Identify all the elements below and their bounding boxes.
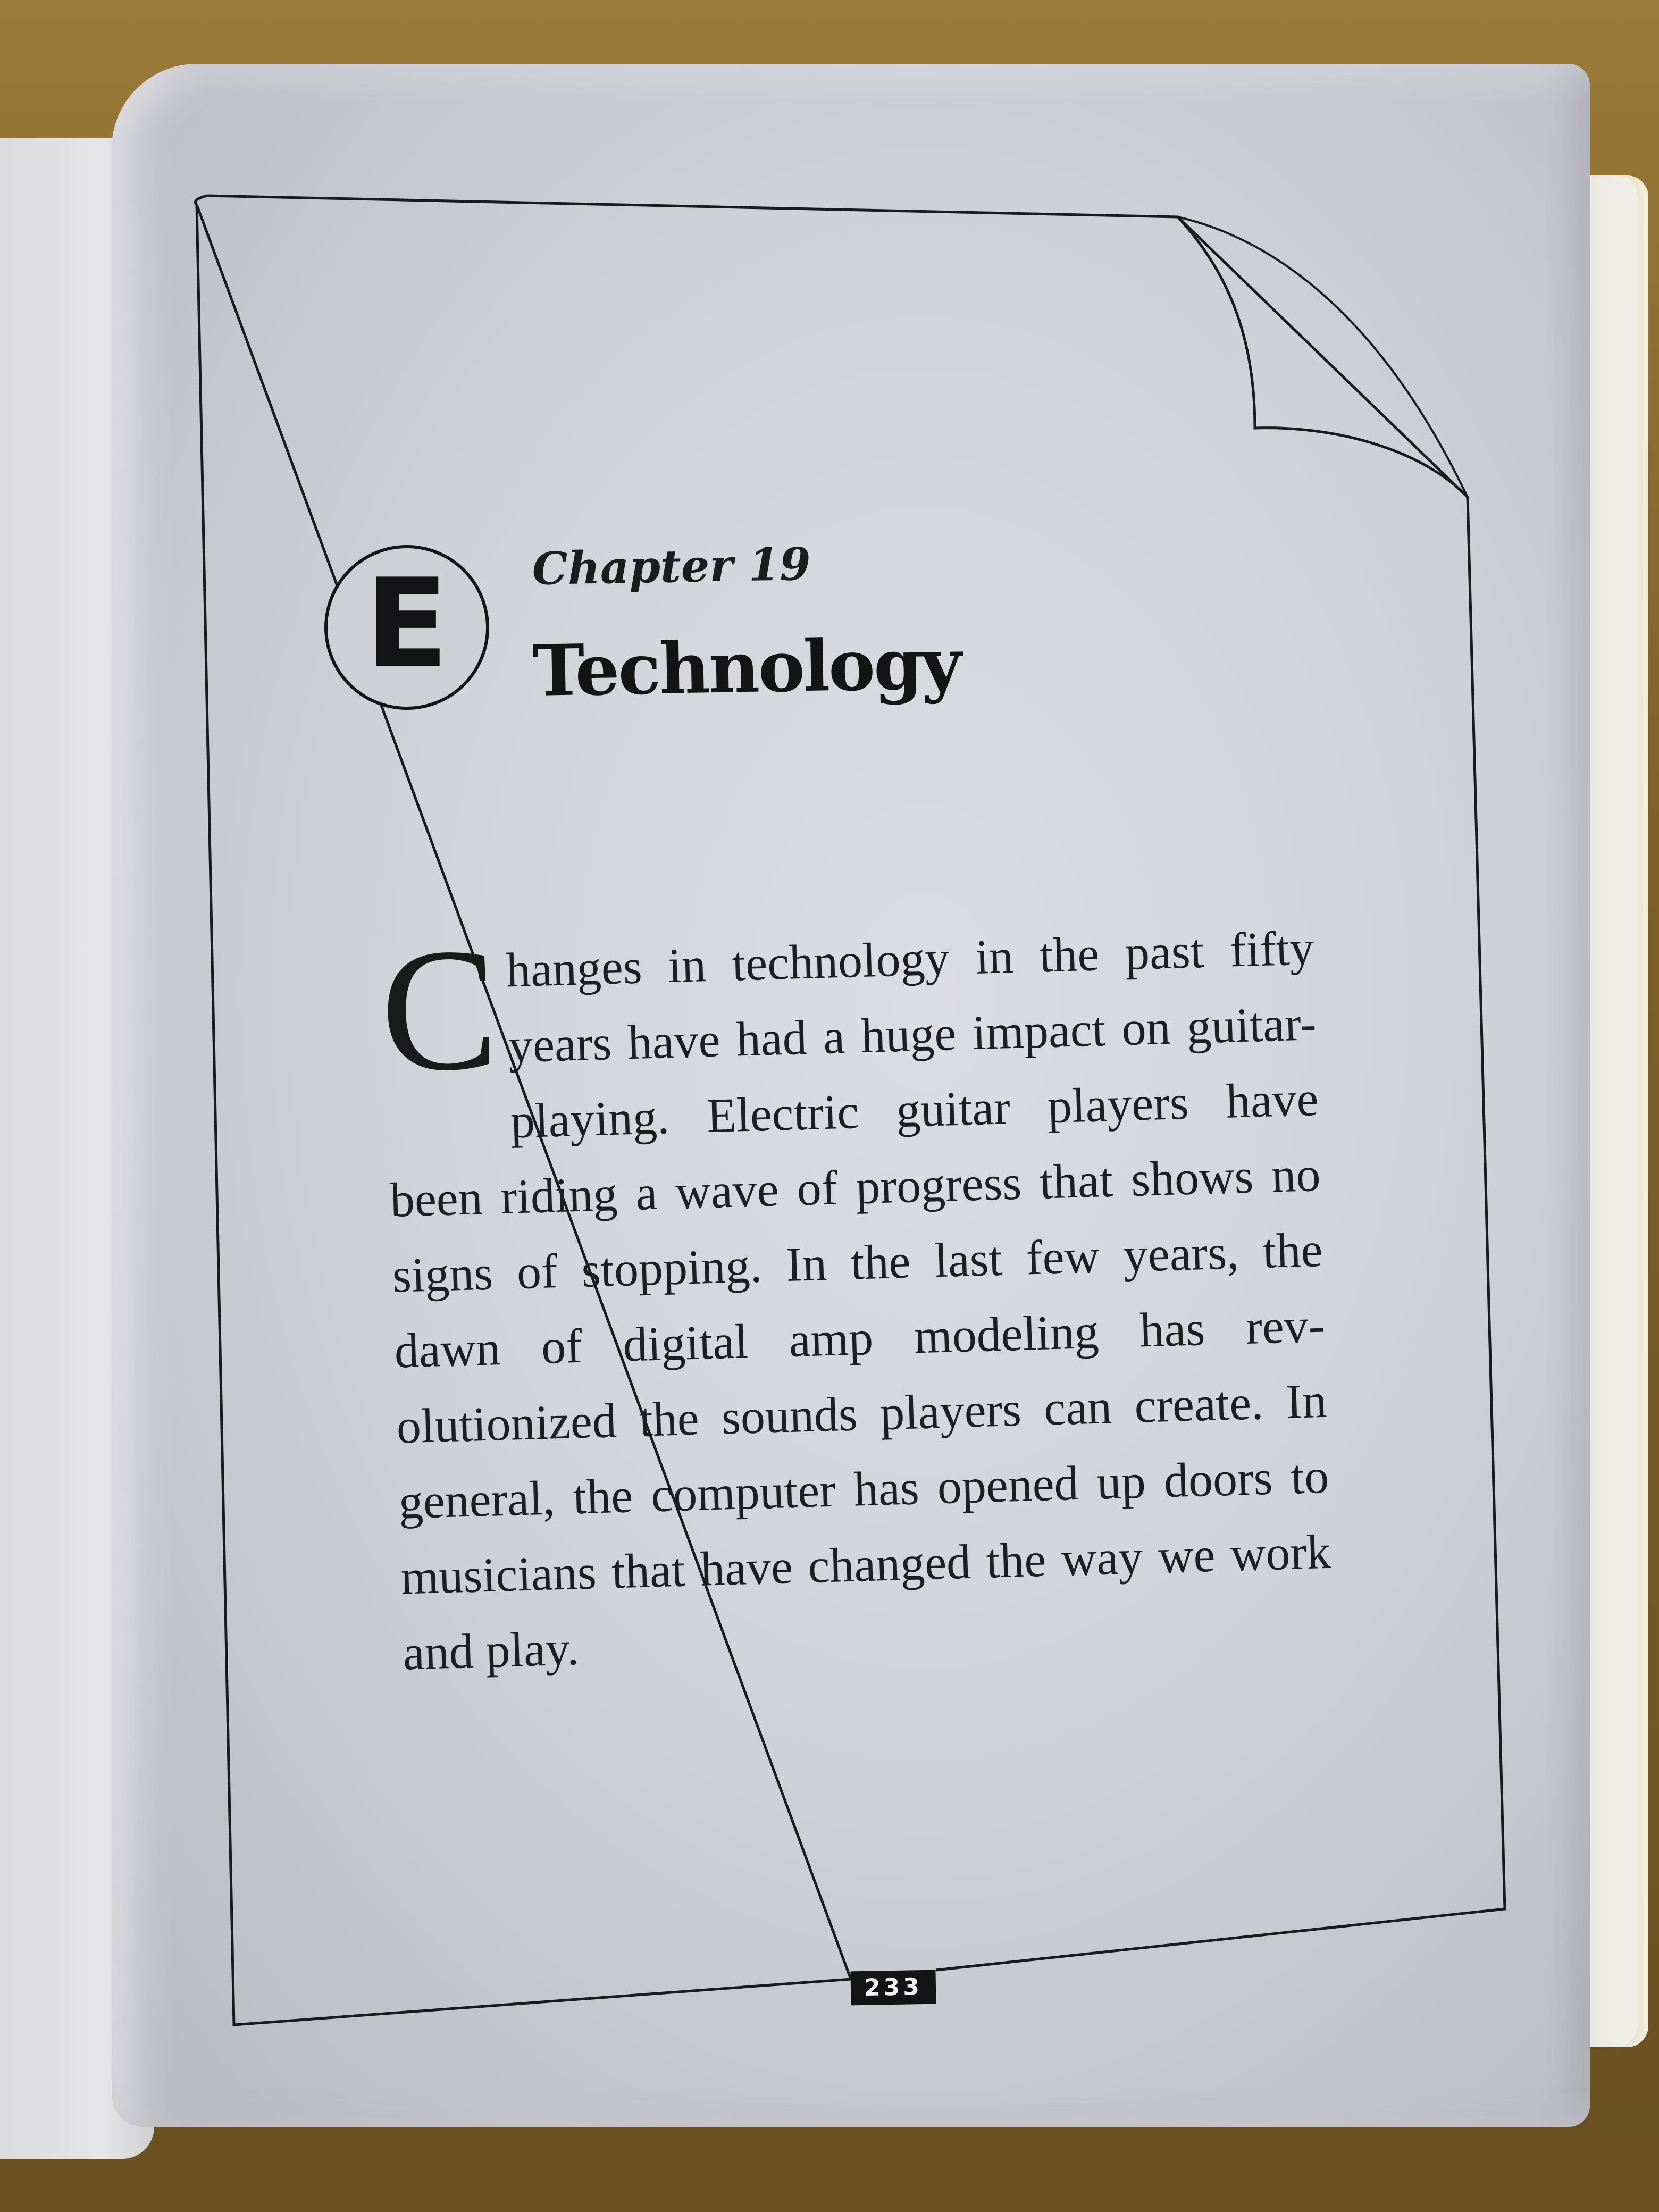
chapter-letter-icon: E [324, 545, 489, 710]
chapter-label: Chapter 19 [532, 537, 811, 595]
chapter-intro-paragraph: Changes in technology in the past fifty … [378, 910, 1334, 1690]
drop-cap: C [378, 911, 501, 1109]
page-number: 233 [850, 1970, 936, 2006]
svg-text:E: E [365, 553, 448, 695]
paragraph-text: hanges in technology in the past fifty y… [389, 920, 1332, 1680]
chapter-title: Technology [532, 622, 961, 713]
